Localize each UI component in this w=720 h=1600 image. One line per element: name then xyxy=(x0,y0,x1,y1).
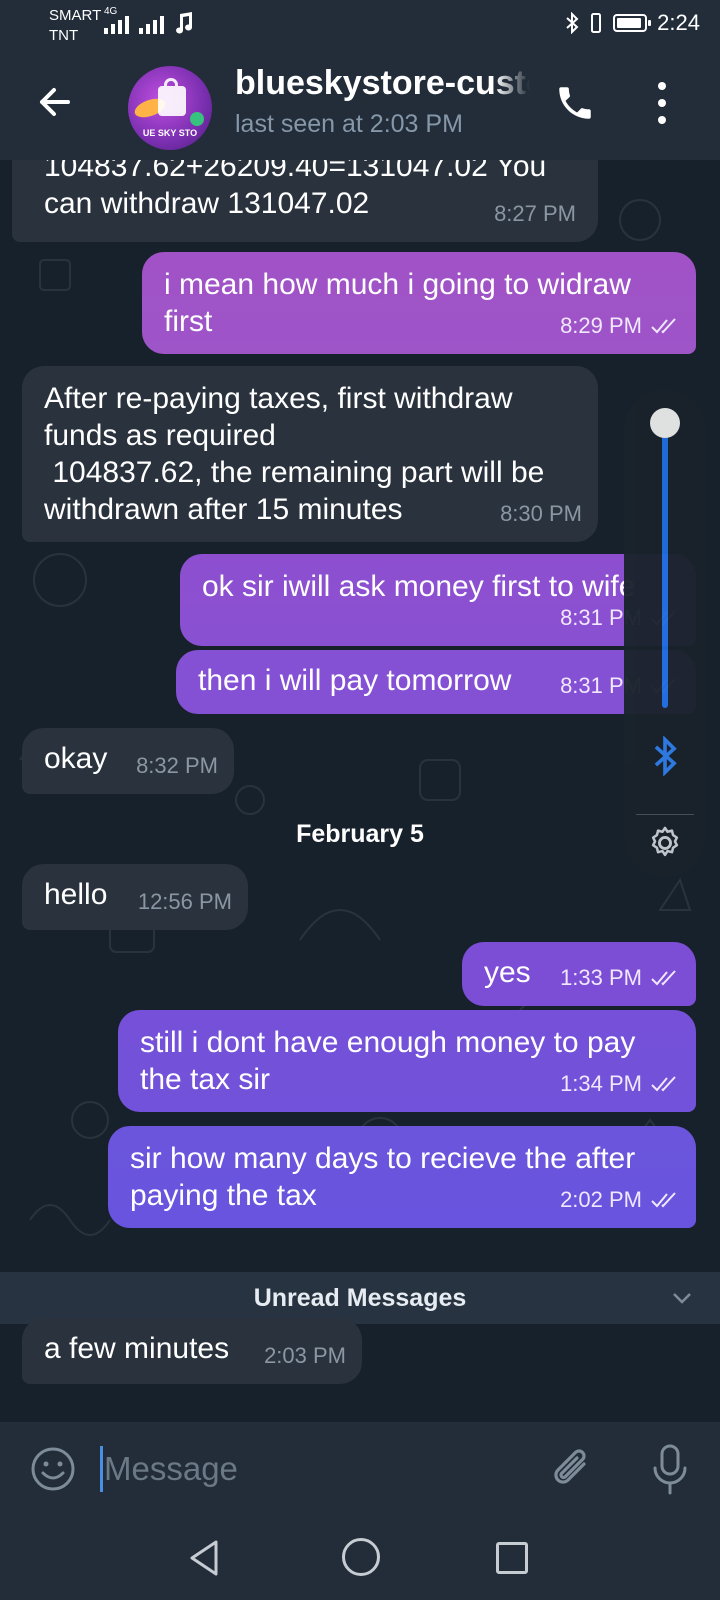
text-caret xyxy=(100,1446,103,1492)
signal-bars-icon: 4G xyxy=(104,6,129,34)
double-check-icon xyxy=(651,1191,676,1207)
message-outgoing[interactable]: still i dont have enough money to pay th… xyxy=(118,1010,696,1112)
message-incoming[interactable]: okay 8:32 PM xyxy=(22,728,234,794)
message-outgoing[interactable]: yes 1:33 PM xyxy=(462,942,696,1006)
clock: 2:24 xyxy=(657,10,700,35)
message-text: After re-paying taxes, first withdraw xyxy=(44,382,513,415)
unread-label: Unread Messages xyxy=(253,1284,467,1312)
message-text: 104837.62+26209.40=131047.02 You xyxy=(44,160,547,183)
signal-bars-icon xyxy=(139,16,164,34)
date-separator: February 5 xyxy=(296,820,424,848)
carrier-line-1: SMART xyxy=(49,7,102,24)
unread-messages-divider: Unread Messages xyxy=(0,1272,720,1324)
divider xyxy=(636,814,694,815)
message-time: 1:34 PM xyxy=(560,1071,642,1096)
message-input[interactable] xyxy=(104,1442,504,1496)
chat-header: UE SKY STO blueskystore-customer last se… xyxy=(0,52,720,160)
chat-area[interactable]: 104837.62+26209.40=131047.02 You can wit… xyxy=(0,160,720,1422)
message-time: 8:29 PM xyxy=(560,313,642,338)
message-incoming[interactable]: hello 12:56 PM xyxy=(22,864,248,930)
volume-slider-knob[interactable] xyxy=(650,408,680,438)
phone-icon[interactable] xyxy=(554,82,596,124)
double-check-icon xyxy=(651,1075,676,1091)
battery-icon xyxy=(613,14,652,32)
emoji-icon[interactable] xyxy=(30,1446,76,1492)
bluetooth-icon xyxy=(654,736,677,776)
volume-slider[interactable] xyxy=(662,420,668,708)
message-time: 1:33 PM xyxy=(560,965,642,990)
status-right: 2:24 xyxy=(565,10,700,36)
double-check-icon xyxy=(651,317,676,333)
carrier-label: SMART TNT xyxy=(49,6,101,46)
message-incoming[interactable]: After re-paying taxes, first withdraw fu… xyxy=(22,366,598,542)
message-time: 12:56 PM xyxy=(137,889,232,914)
nav-home-icon[interactable] xyxy=(342,1538,380,1576)
message-incoming[interactable]: 104837.62+26209.40=131047.02 You can wit… xyxy=(12,160,598,242)
last-seen-status: last seen at 2:03 PM xyxy=(235,110,463,138)
bluetooth-icon xyxy=(566,12,579,34)
carrier-line-2: TNT xyxy=(49,27,79,44)
nav-recents-icon[interactable] xyxy=(496,1542,528,1574)
message-time: 2:02 PM xyxy=(560,1187,642,1212)
message-text: 104837.62, the remaining part will be xyxy=(44,456,545,489)
chat-title[interactable]: blueskystore-customer xyxy=(235,64,530,103)
avatar[interactable]: UE SKY STO xyxy=(128,66,212,150)
avatar-text: UE SKY STO xyxy=(142,128,198,138)
network-type: 4G xyxy=(104,6,118,17)
vibrate-icon xyxy=(591,13,602,33)
message-outgoing[interactable]: sir how many days to recieve the after p… xyxy=(108,1126,696,1228)
gear-icon[interactable] xyxy=(646,824,684,862)
message-outgoing[interactable]: ok sir iwill ask money first to wife 8:3… xyxy=(180,554,696,646)
chevron-down-icon[interactable] xyxy=(670,1286,694,1310)
music-note-icon xyxy=(176,12,193,34)
message-text: sir how many days to recieve the after xyxy=(130,1142,636,1175)
message-outgoing[interactable]: i mean how much i going to widraw first … xyxy=(142,252,696,354)
message-time: 8:27 PM xyxy=(494,201,576,226)
system-navigation-bar xyxy=(0,1516,720,1600)
signal-group: 4G xyxy=(104,6,194,34)
message-outgoing[interactable]: then i will pay tomorrow 8:31 PM xyxy=(176,650,696,714)
message-time: 2:03 PM xyxy=(264,1343,346,1368)
message-time: 8:32 PM xyxy=(136,753,218,778)
message-composer xyxy=(0,1422,720,1516)
status-bar: SMART TNT 4G 2:24 xyxy=(0,0,720,52)
message-incoming[interactable]: a few minutes 2:03 PM xyxy=(22,1318,362,1384)
double-check-icon xyxy=(651,969,676,985)
message-time: 8:30 PM xyxy=(500,501,582,526)
message-text: still i dont have enough money to pay xyxy=(140,1026,636,1059)
nav-back-icon[interactable] xyxy=(186,1538,222,1578)
paperclip-icon[interactable] xyxy=(550,1444,596,1494)
microphone-icon[interactable] xyxy=(650,1444,690,1496)
message-text: i mean how much i going to widraw xyxy=(164,268,631,301)
message-text: withdrawn after 15 minutes xyxy=(44,493,403,526)
volume-panel xyxy=(624,390,706,876)
back-arrow-icon[interactable] xyxy=(34,82,74,122)
message-text: funds as required xyxy=(44,419,276,452)
more-vertical-icon[interactable] xyxy=(654,82,670,124)
